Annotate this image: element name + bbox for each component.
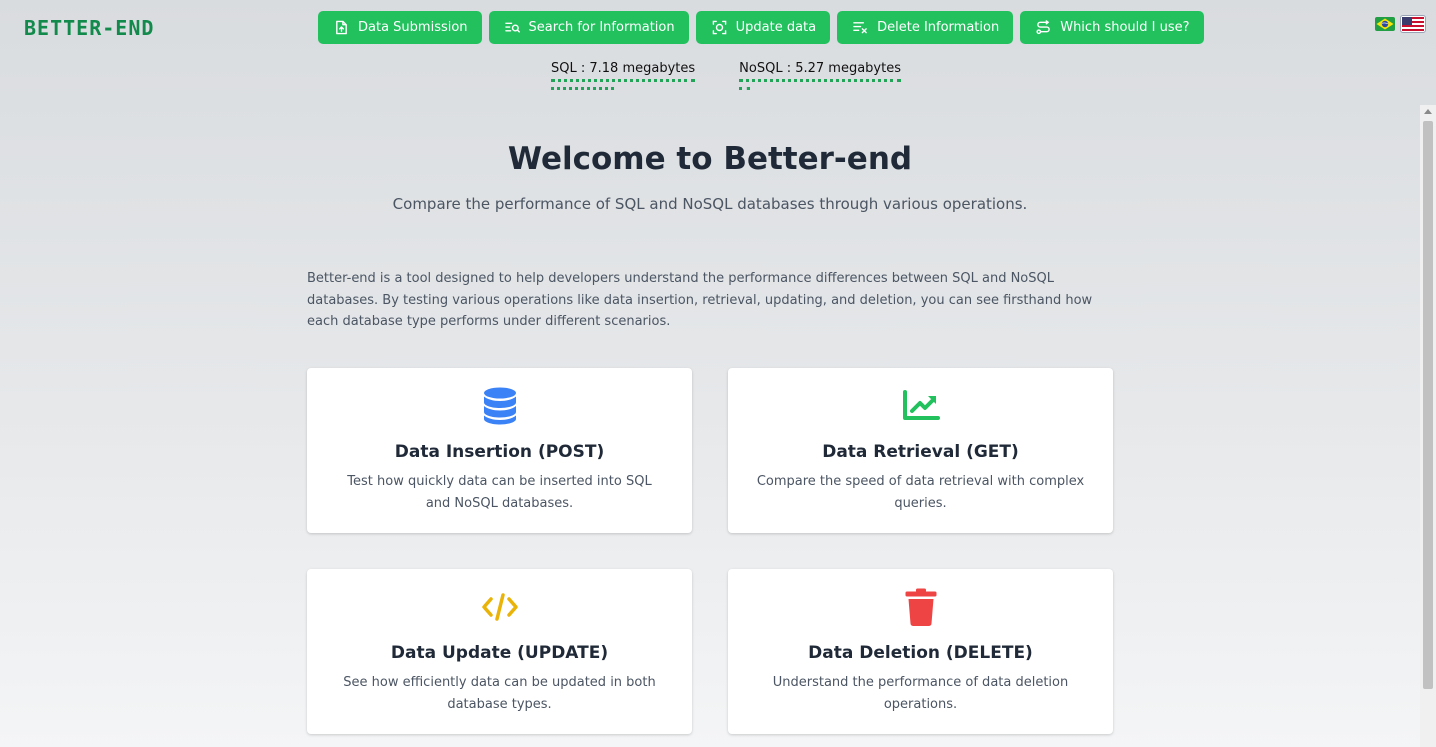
db-size-meters: SQL : 7.18 megabytes NoSQL : 5.27 megaby… [551, 61, 901, 93]
card-title: Data Deletion (DELETE) [808, 643, 1033, 663]
trash-icon [905, 588, 936, 626]
top-nav: Data Submission Search for Information U… [318, 11, 1204, 44]
card-data-insertion[interactable]: Data Insertion (POST) Test how quickly d… [307, 368, 692, 533]
search-list-icon [504, 22, 520, 33]
card-data-deletion[interactable]: Data Deletion (DELETE) Understand the pe… [728, 569, 1113, 734]
sql-size-label: SQL : 7.18 megabytes [551, 61, 696, 76]
card-description: See how efficiently data can be updated … [343, 675, 656, 712]
update-data-button[interactable]: Update data [695, 11, 831, 44]
brand-logo[interactable]: BETTER-END [24, 16, 154, 40]
refresh-target-icon [712, 20, 726, 35]
intro-paragraph: Better-end is a tool designed to help de… [307, 271, 1093, 329]
search-information-label: Search for Information [528, 20, 675, 35]
which-should-i-use-label: Which should I use? [1060, 20, 1190, 35]
delete-information-label: Delete Information [877, 20, 1000, 35]
card-description: Test how quickly data can be inserted in… [347, 474, 652, 511]
search-information-button[interactable]: Search for Information [488, 11, 689, 44]
chart-line-icon [902, 390, 940, 420]
update-data-label: Update data [735, 20, 817, 35]
delete-information-button[interactable]: Delete Information [837, 11, 1014, 44]
card-title: Data Update (UPDATE) [390, 643, 609, 663]
page-subtitle: Compare the performance of SQL and NoSQL… [392, 195, 1028, 213]
card-title: Data Retrieval (GET) [822, 442, 1019, 462]
page-title: Welcome to Better-end [507, 141, 913, 177]
code-icon [481, 593, 518, 621]
card-title: Data Insertion (POST) [394, 442, 605, 462]
scroll-thumb[interactable] [1423, 121, 1433, 689]
brazil-flag-icon[interactable] [1375, 17, 1395, 31]
sql-size-meter: SQL : 7.18 megabytes [551, 61, 696, 93]
scroll-up-arrow-icon[interactable] [1424, 109, 1432, 114]
card-description: Compare the speed of data retrieval with… [756, 474, 1085, 511]
sql-size-fill [551, 87, 615, 93]
card-data-update[interactable]: Data Update (UPDATE) See how efficiently… [307, 569, 692, 734]
card-description: Understand the performance of data delet… [772, 675, 1069, 712]
file-upload-icon [336, 20, 347, 35]
nosql-size-meter: NoSQL : 5.27 megabytes [739, 61, 901, 93]
language-switcher [1375, 15, 1426, 33]
sql-size-track [551, 79, 696, 85]
which-should-i-use-button[interactable]: Which should I use? [1020, 11, 1204, 44]
clear-list-icon [853, 22, 867, 34]
database-icon [483, 387, 516, 425]
us-flag-icon[interactable] [1400, 15, 1426, 33]
nosql-size-track [739, 79, 901, 85]
page-scrollbar[interactable] [1420, 105, 1436, 747]
nosql-size-label: NoSQL : 5.27 megabytes [739, 61, 901, 76]
data-submission-label: Data Submission [358, 20, 468, 35]
data-submission-button[interactable]: Data Submission [318, 11, 482, 44]
card-data-retrieval[interactable]: Data Retrieval (GET) Compare the speed o… [728, 368, 1113, 533]
nosql-size-fill [739, 87, 751, 93]
route-icon [1036, 20, 1051, 35]
